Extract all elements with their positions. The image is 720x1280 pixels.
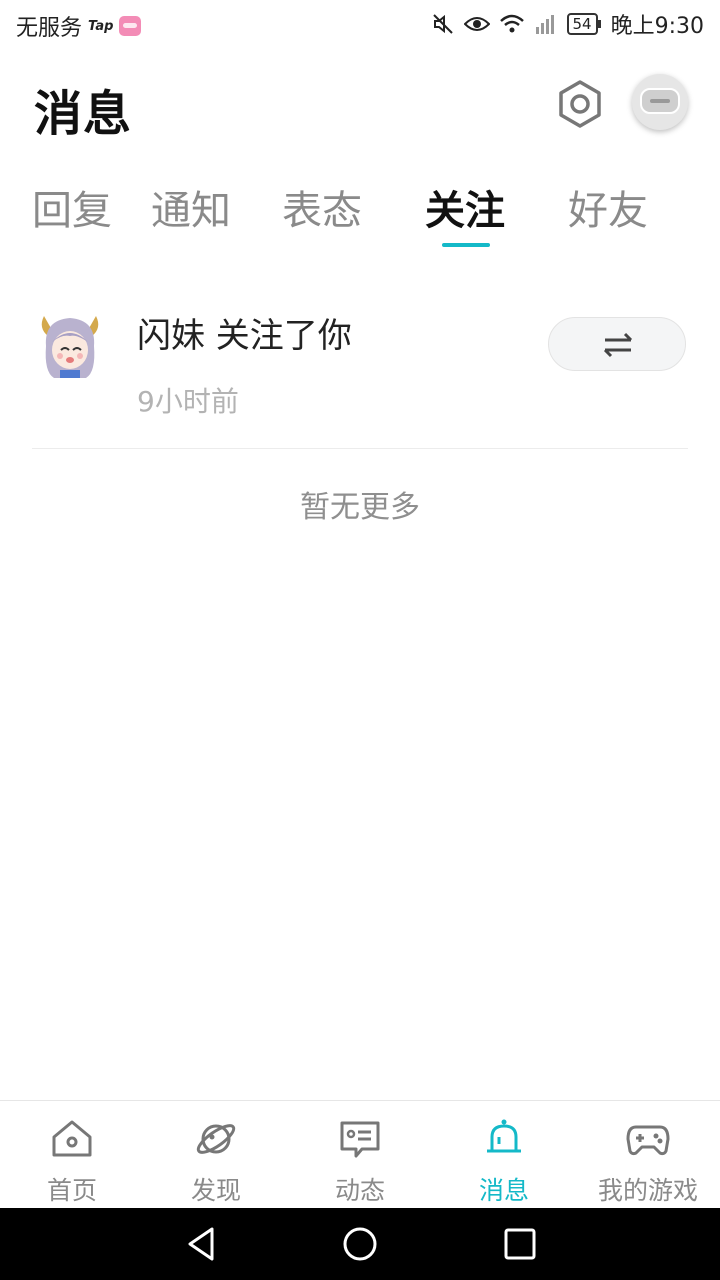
nav-discover[interactable]: 发现 [144, 1101, 288, 1209]
nav-label: 发现 [190, 1176, 241, 1205]
nav-feed[interactable]: 动态 [288, 1101, 432, 1209]
nav-label: 首页 [46, 1176, 97, 1205]
settings-button[interactable] [552, 76, 608, 132]
status-bar: 无服务 Tap 54 晚上9:30 [0, 0, 720, 50]
system-nav-bar [0, 1208, 720, 1280]
mute-icon [432, 14, 453, 34]
carrier-text: 无服务 [16, 16, 83, 41]
nav-my-games[interactable]: 我的游戏 [576, 1101, 720, 1209]
tab-notifications[interactable]: 通知 [151, 178, 231, 236]
recents-square-icon[interactable] [502, 1226, 538, 1262]
eye-icon [463, 17, 490, 31]
home-circle-icon[interactable] [342, 1226, 378, 1262]
signal-icon [535, 15, 554, 34]
page-title: 消息 [34, 86, 133, 142]
mutual-follow-button[interactable] [548, 317, 686, 371]
wifi-icon [499, 14, 524, 33]
my-avatar[interactable] [632, 74, 688, 130]
empty-hint: 暂无更多 [300, 490, 420, 525]
nav-messages[interactable]: 消息 [432, 1101, 576, 1209]
status-left: 无服务 Tap [16, 10, 142, 42]
nav-home[interactable]: 首页 [0, 1101, 144, 1209]
home-icon [52, 1120, 92, 1157]
mutual-follow-arrows-icon [603, 332, 633, 358]
tab-reactions[interactable]: 表态 [282, 178, 362, 236]
follow-message: 闪妹 关注了你 [137, 316, 352, 356]
follow-time: 9小时前 [137, 385, 239, 418]
message-tabs: 回复 通知 表态 关注 好友 [0, 178, 720, 258]
status-right: 54 晚上9:30 [431, 8, 704, 40]
gamepad-icon [626, 1125, 670, 1156]
bell-icon [487, 1119, 521, 1153]
tab-friends[interactable]: 好友 [568, 178, 648, 236]
divider [32, 448, 688, 449]
feed-card-icon [340, 1121, 380, 1158]
planet-icon [196, 1124, 236, 1154]
clock: 晚上9:30 [610, 14, 704, 39]
back-icon[interactable] [184, 1226, 220, 1262]
follower-avatar[interactable] [32, 306, 108, 382]
avatar-placeholder-icon [640, 88, 680, 114]
tab-follows[interactable]: 关注 [425, 178, 505, 236]
bilibili-icon [119, 16, 142, 36]
list-item[interactable]: 闪妹 关注了你 9小时前 [32, 300, 688, 448]
settings-hexagon-icon [559, 80, 601, 128]
nav-label: 我的游戏 [597, 1176, 698, 1205]
bottom-nav: 首页 发现 动态 消息 我的游戏 [0, 1100, 720, 1209]
nav-label: 消息 [478, 1176, 529, 1205]
tab-reply[interactable]: 回复 [32, 178, 112, 236]
tap-app-tag: Tap [88, 18, 114, 34]
nav-label: 动态 [334, 1176, 385, 1205]
battery-indicator: 54 [566, 13, 601, 35]
active-tab-indicator [442, 243, 490, 247]
